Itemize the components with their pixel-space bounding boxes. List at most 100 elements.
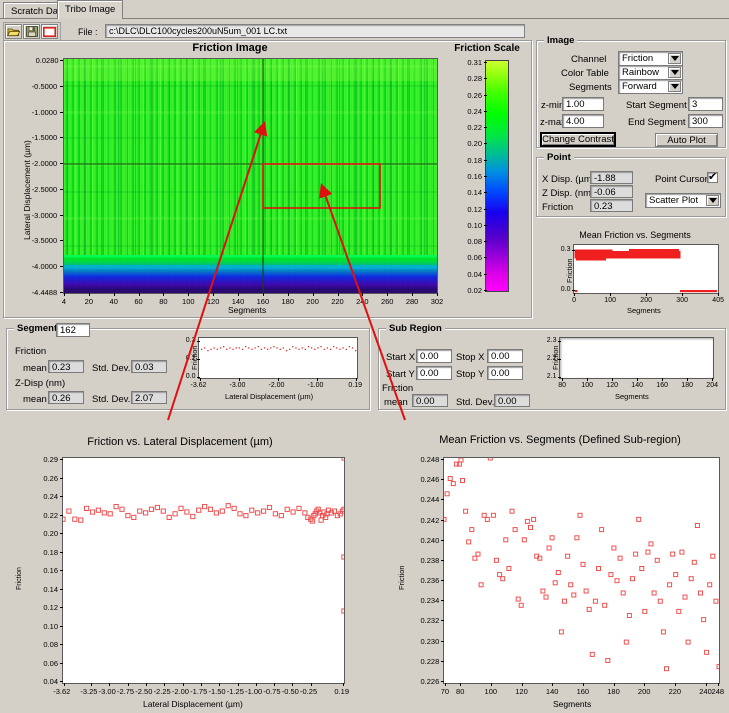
start-segment-input[interactable]: 3: [688, 97, 723, 111]
fvd-xtick-8: -1.50: [208, 687, 225, 696]
color-table-select[interactable]: Rainbow: [618, 65, 683, 80]
channel-select[interactable]: Friction: [618, 51, 683, 66]
segment-number-input[interactable]: 162: [56, 323, 90, 337]
tickmark: [437, 293, 438, 296]
data-point: [201, 349, 202, 350]
tickmark: [445, 683, 446, 686]
zmin-label: z-min: [541, 100, 564, 111]
tickmark: [610, 293, 611, 296]
chevron-down-icon[interactable]: [668, 81, 681, 92]
tickmark: [646, 293, 647, 296]
data-point: [210, 349, 211, 350]
tickmark: [292, 683, 293, 686]
tickmark: [60, 589, 63, 590]
data-point: [204, 347, 205, 348]
segment-preview-plot[interactable]: [198, 337, 358, 379]
tickmark: [60, 681, 63, 682]
himg-ytick-6: -3.0000: [32, 211, 57, 220]
data-point: [264, 347, 265, 348]
tickmark: [587, 378, 588, 381]
point-cursor-checkbox[interactable]: [707, 172, 718, 183]
stop-icon[interactable]: [41, 24, 58, 39]
tickmark: [484, 111, 487, 112]
chevron-down-icon[interactable]: [706, 195, 719, 206]
fvd-xtick-13: -0.25: [300, 687, 317, 696]
himg-ytick-3: -1.5000: [32, 133, 57, 142]
data-point: [223, 346, 224, 347]
segment-panel-title: Segment: [14, 323, 60, 334]
tickmark: [317, 378, 318, 381]
data-point: [273, 346, 274, 347]
friction-heatmap[interactable]: [63, 58, 438, 294]
x-disp-label: X Disp. (µm): [542, 174, 595, 185]
subprev-xtick-4: 160: [656, 382, 668, 389]
subprev-xtick-1: 100: [581, 382, 593, 389]
segprev-xtick-4: 0.19: [348, 382, 362, 389]
auto-plot-button[interactable]: Auto Plot: [655, 133, 718, 147]
data-point: [342, 347, 343, 348]
subprev-xtick-6: 204: [706, 382, 718, 389]
fvd-ytick-5: 0.18: [43, 548, 58, 557]
file-path-input[interactable]: c:\DLC\DLC100cycles200uN5um_001 LC.txt: [105, 24, 525, 38]
tickmark: [562, 378, 563, 381]
subregion-preview-plot[interactable]: [559, 337, 714, 379]
segments-select[interactable]: Forward: [618, 79, 683, 94]
tickmark: [60, 552, 63, 553]
start-y-label: Start Y: [386, 369, 415, 380]
tab-bar: Scratch Data Tribo Image: [0, 0, 729, 19]
tickmark: [197, 359, 200, 360]
fvd-ytick-10: 0.08: [43, 640, 58, 649]
end-segment-input[interactable]: 300: [688, 114, 723, 128]
plot-mode-select[interactable]: Scatter Plot: [645, 193, 721, 208]
tickmark: [238, 683, 239, 686]
open-folder-icon[interactable]: [5, 24, 22, 39]
segment-zdisp-std-label: Std. Dev.: [92, 394, 130, 405]
tickmark: [239, 378, 240, 381]
friction-vs-disp-plot[interactable]: [62, 457, 345, 684]
fvd-ytick-7: 0.14: [43, 585, 58, 594]
change-contrast-button[interactable]: Change Contrast: [540, 132, 616, 147]
zmax-input[interactable]: 4.00: [562, 114, 604, 128]
cbar-tick-9: 0.12: [467, 205, 482, 214]
tickmark: [313, 293, 314, 296]
zmin-input[interactable]: 1.00: [562, 97, 604, 111]
data-point: [214, 347, 215, 348]
tickmark: [256, 683, 257, 686]
mini-zero-line: [680, 290, 717, 292]
stop-x-input[interactable]: 0.00: [487, 349, 523, 363]
mean-friction-sub-plot[interactable]: [443, 457, 720, 684]
tickmark: [572, 290, 575, 291]
tickmark: [441, 540, 444, 541]
start-y-input[interactable]: 0.00: [416, 366, 452, 380]
tickmark: [484, 290, 487, 291]
start-x-input[interactable]: 0.00: [416, 349, 452, 363]
chevron-down-icon[interactable]: [668, 53, 681, 64]
tickmark: [197, 341, 200, 342]
tickmark: [687, 378, 688, 381]
segprev-xtick-3: -1.00: [308, 382, 324, 389]
fvd-xtick-14: 0.19: [334, 687, 349, 696]
fvd-xtick-3: -2.75: [117, 687, 134, 696]
tickmark: [60, 189, 63, 190]
segprev-ytick-0: 0.3: [186, 337, 196, 344]
data-point: [314, 349, 315, 350]
tickmark: [484, 257, 487, 258]
tickmark: [60, 570, 63, 571]
data-point: [229, 347, 230, 348]
mean-friction-mini-plot[interactable]: [573, 244, 719, 294]
stop-y-input[interactable]: 0.00: [487, 366, 523, 380]
plot-mode-value: Scatter Plot: [649, 195, 698, 206]
tickmark: [558, 377, 561, 378]
tab-tribo-image[interactable]: Tribo Image: [57, 0, 123, 19]
tickmark: [164, 683, 165, 686]
friction-vs-disp-title: Friction vs. Lateral Displacement (µm): [20, 436, 340, 448]
mean-friction-sub-xlabel: Segments: [553, 699, 591, 709]
segprev-xtick-0: -3.62: [191, 382, 207, 389]
mfs-ytick-11: 0.226: [421, 677, 440, 686]
save-disk-icon[interactable]: [23, 24, 40, 39]
mfs-ytick-7: 0.234: [421, 596, 440, 605]
tickmark: [91, 683, 92, 686]
chevron-down-icon[interactable]: [668, 67, 681, 78]
segments-label: Segments: [569, 82, 612, 93]
fvd-xtick-11: -0.75: [263, 687, 280, 696]
